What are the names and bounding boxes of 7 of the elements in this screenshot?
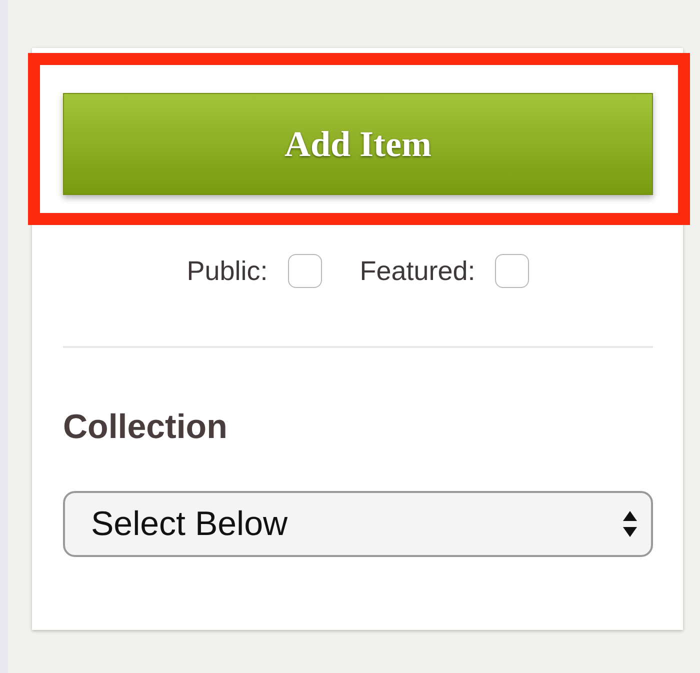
checkbox[interactable] <box>495 254 530 288</box>
option-label: Public: <box>186 256 268 286</box>
option-label: Featured: <box>360 256 476 286</box>
collection-heading: Collection <box>63 408 228 447</box>
checkbox[interactable] <box>288 254 322 288</box>
collection-select[interactable]: Select Below <box>63 491 653 557</box>
up-down-arrows-icon <box>623 511 637 537</box>
